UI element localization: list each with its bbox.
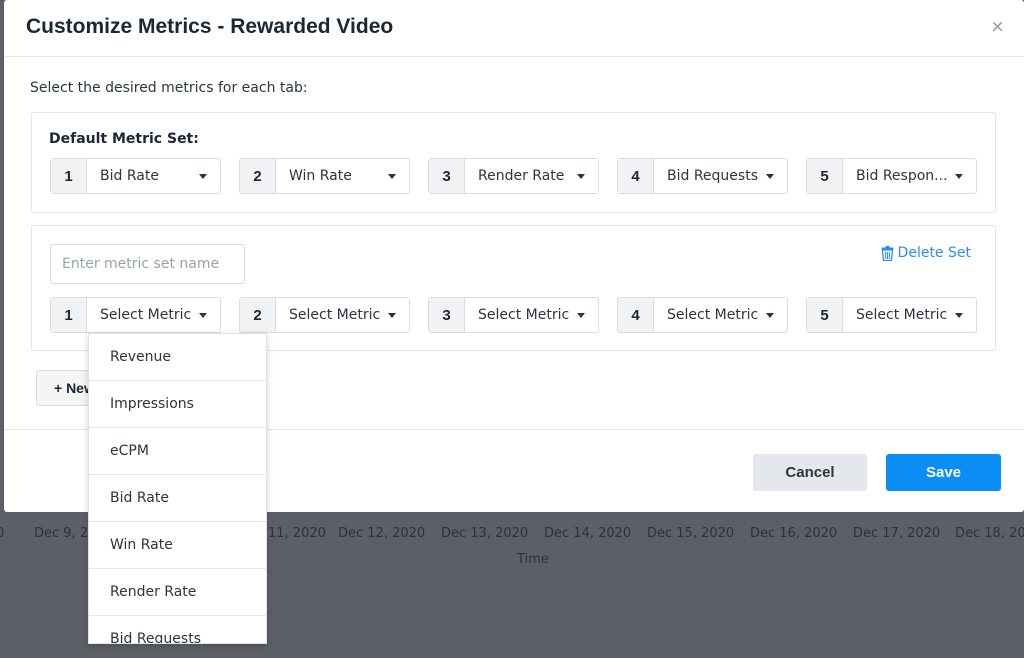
x-tick-label: 0 [0,526,5,541]
slot-number: 3 [429,159,465,193]
caret-down-icon [955,312,963,318]
x-tick-label: Dec 13, 2020 [441,526,529,541]
metric-select[interactable]: Bid Rate [87,159,220,193]
default-set-title: Default Metric Set: [49,131,199,147]
metric-select-value: Select Metric [667,307,759,323]
metric-select[interactable]: Bid Requests [654,159,787,193]
default-slot-3: 3 Render Rate [428,158,599,194]
default-slot-2: 2 Win Rate [239,158,410,194]
dropdown-option-ecpm[interactable]: eCPM [89,428,266,475]
metric-select-value: Bid Rate [100,168,159,184]
metric-select[interactable]: Select Metric [654,298,787,332]
custom-slot-2: 2 Select Metric [239,297,410,333]
slot-number: 1 [51,298,87,332]
slot-number: 3 [429,298,465,332]
default-slot-4: 4 Bid Requests [617,158,788,194]
slot-number: 5 [807,159,843,193]
x-tick-label: Dec 15, 2020 [647,526,735,541]
caret-down-icon [766,312,774,318]
caret-down-icon [955,173,963,179]
metric-select-value: Render Rate [478,168,565,184]
metric-select[interactable]: Select Metric [465,298,598,332]
metric-select[interactable]: Select Metric [276,298,409,332]
x-tick-label: 11, 2020 [268,526,326,541]
metric-select[interactable]: Bid Respon... [843,159,976,193]
trash-icon [881,245,894,261]
delete-set-button[interactable]: Delete Set [881,245,971,261]
x-tick-label: Dec 16, 2020 [750,526,838,541]
x-axis-title: Time [517,552,549,567]
caret-down-icon [577,312,585,318]
caret-down-icon [766,173,774,179]
metric-select-value: Bid Respon... [856,168,948,184]
x-tick-label: Dec 18, 20 [955,526,1024,541]
custom-slot-1: 1 Select Metric [50,297,221,333]
slot-number: 5 [807,298,843,332]
caret-down-icon [577,173,585,179]
modal-title: Customize Metrics - Rewarded Video [26,15,394,38]
metric-select-value: Select Metric [856,307,948,323]
metric-select-value: Select Metric [478,307,570,323]
dropdown-option-win-rate[interactable]: Win Rate [89,522,266,569]
default-slot-1: 1 Bid Rate [50,158,221,194]
slot-number: 2 [240,298,276,332]
custom-slot-3: 3 Select Metric [428,297,599,333]
intro-text: Select the desired metrics for each tab: [30,80,308,96]
metric-set-name-input[interactable] [50,244,245,284]
close-icon[interactable]: × [991,16,1004,38]
slot-number: 2 [240,159,276,193]
x-tick-label: Dec 12, 2020 [338,526,426,541]
dropdown-option-bid-requests[interactable]: Bid Requests [89,616,266,643]
slot-number: 4 [618,298,654,332]
slot-number: 1 [51,159,87,193]
custom-slot-4: 4 Select Metric [617,297,788,333]
delete-set-label: Delete Set [897,245,971,261]
metric-select[interactable]: Select Metric [87,298,220,332]
save-button[interactable]: Save [886,454,1001,491]
caret-down-icon [199,173,207,179]
custom-slot-5: 5 Select Metric [806,297,977,333]
cancel-button[interactable]: Cancel [753,454,867,491]
metric-select[interactable]: Render Rate [465,159,598,193]
caret-down-icon [388,312,396,318]
default-metric-set: Default Metric Set: 1 Bid Rate 2 Win Rat… [31,112,996,213]
metric-select[interactable]: Select Metric [843,298,976,332]
dropdown-option-impressions[interactable]: Impressions [89,381,266,428]
dropdown-option-bid-rate[interactable]: Bid Rate [89,475,266,522]
metric-select-value: Select Metric [100,307,192,323]
metric-select-value: Bid Requests [667,168,758,184]
metric-select[interactable]: Win Rate [276,159,409,193]
caret-down-icon [199,312,207,318]
slot-number: 4 [618,159,654,193]
metric-select-value: Select Metric [289,307,381,323]
default-slot-5: 5 Bid Respon... [806,158,977,194]
metric-select-value: Win Rate [289,168,352,184]
x-tick-label: Dec 17, 2020 [853,526,941,541]
x-tick-label: Dec 14, 2020 [544,526,632,541]
modal-header: Customize Metrics - Rewarded Video × [4,0,1024,57]
dropdown-option-render-rate[interactable]: Render Rate [89,569,266,616]
dropdown-option-revenue[interactable]: Revenue [89,334,266,381]
caret-down-icon [388,173,396,179]
metric-dropdown-menu: Revenue Impressions eCPM Bid Rate Win Ra… [88,333,267,644]
